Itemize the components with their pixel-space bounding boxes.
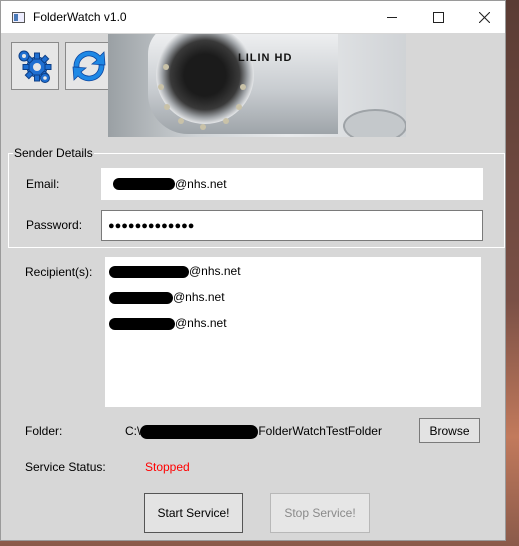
sender-details-legend: Sender Details — [14, 146, 93, 160]
list-item[interactable]: @nhs.net — [109, 264, 241, 278]
maximize-icon — [432, 11, 444, 23]
close-icon — [478, 11, 490, 23]
redacted-text — [109, 317, 175, 330]
redacted-text — [109, 291, 173, 304]
stop-service-button[interactable]: Stop Service! — [270, 493, 370, 533]
close-button[interactable] — [461, 1, 507, 33]
email-domain: @nhs.net — [175, 177, 227, 191]
browse-button[interactable]: Browse — [419, 418, 480, 443]
folder-path: C:\ FolderWatchTestFolder — [125, 424, 382, 439]
refresh-icon — [72, 50, 106, 82]
main-window: FolderWatch v1.0 LILIN HD Sender Details… — [0, 0, 506, 541]
app-icon — [12, 12, 25, 23]
recipients-list[interactable]: @nhs.net @nhs.net @nhs.net — [105, 257, 481, 407]
recipients-label: Recipient(s): — [25, 265, 93, 279]
gears-icon — [18, 50, 52, 83]
folder-path-suffix: FolderWatchTestFolder — [258, 424, 382, 438]
folder-label: Folder: — [25, 424, 63, 438]
settings-button[interactable] — [11, 42, 59, 90]
camera-mount — [343, 109, 406, 137]
service-status-label: Service Status: — [25, 460, 106, 474]
redacted-text — [140, 424, 259, 439]
recipient-domain: @nhs.net — [189, 264, 241, 278]
email-label: Email: — [26, 177, 60, 191]
list-item[interactable]: @nhs.net — [109, 316, 227, 330]
redacted-text — [109, 265, 189, 278]
recipient-domain: @nhs.net — [173, 290, 225, 304]
title-bar[interactable]: FolderWatch v1.0 — [1, 1, 505, 33]
camera-banner-image: LILIN HD — [108, 34, 406, 137]
password-field[interactable]: ●●●●●●●●●●●●● — [101, 210, 483, 241]
redacted-text — [113, 178, 175, 190]
folder-path-prefix: C:\ — [125, 424, 141, 438]
minimize-button[interactable] — [369, 1, 415, 33]
refresh-button[interactable] — [65, 42, 113, 90]
camera-lens — [156, 34, 254, 124]
list-item[interactable]: @nhs.net — [109, 290, 225, 304]
password-value: ●●●●●●●●●●●●● — [108, 219, 195, 232]
maximize-button[interactable] — [415, 1, 461, 33]
start-service-button[interactable]: Start Service! — [144, 493, 243, 533]
email-field[interactable]: @nhs.net — [101, 168, 483, 200]
password-label: Password: — [26, 218, 83, 232]
camera-brand-logo: LILIN HD — [238, 52, 293, 64]
service-status-value: Stopped — [145, 460, 190, 474]
minimize-icon — [387, 16, 397, 18]
recipient-domain: @nhs.net — [175, 316, 227, 330]
window-title: FolderWatch v1.0 — [33, 10, 127, 24]
